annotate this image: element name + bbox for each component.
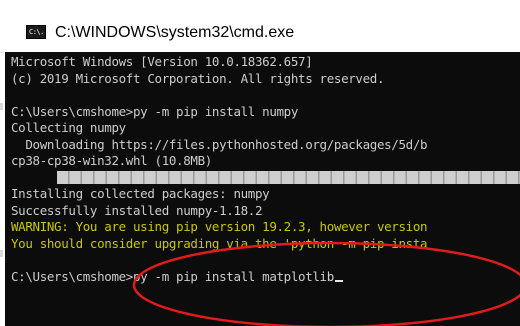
- console-line: Successfully installed numpy-1.18.2: [11, 202, 263, 218]
- warning-line: You should consider upgrading via the 'p…: [11, 235, 428, 251]
- cmd-icon-glyph: C:\.: [29, 28, 44, 36]
- warning-line: WARNING: You are using pip version 19.2.…: [11, 219, 428, 234]
- window-title: C:\WINDOWS\system32\cmd.exe: [55, 24, 295, 41]
- download-progress-fill: [57, 171, 520, 185]
- console-line: C:\Users\cmshome>py -m pip install numpy: [11, 103, 299, 119]
- console-line: (c) 2019 Microsoft Corporation. All righ…: [11, 70, 385, 86]
- cmd-console-icon[interactable]: C:\.: [26, 25, 46, 39]
- current-command: C:\Users\cmshome>py -m pip install matpl…: [11, 268, 334, 284]
- text-cursor: [334, 279, 343, 282]
- line-marker: [0, 250, 3, 257]
- console-line: Microsoft Windows [Version 10.0.18362.65…: [11, 54, 313, 69]
- cmd-window: C:\. C:\WINDOWS\system32\cmd.exe Microso…: [0, 0, 520, 326]
- download-progress-bar: [11, 170, 520, 187]
- line-marker: [0, 103, 3, 110]
- console-line: Installing collected packages: numpy: [11, 186, 270, 201]
- console-output[interactable]: Microsoft Windows [Version 10.0.18362.65…: [5, 52, 520, 326]
- console-line: cp38-cp38-win32.whl (10.8MB): [11, 153, 212, 168]
- console-line: Downloading https://files.pythonhosted.o…: [11, 136, 428, 152]
- console-line: Collecting numpy: [11, 120, 126, 135]
- title-bar[interactable]: C:\. C:\WINDOWS\system32\cmd.exe: [0, 0, 520, 53]
- command-prompt-line[interactable]: C:\Users\cmshome>py -m pip install matpl…: [11, 269, 520, 286]
